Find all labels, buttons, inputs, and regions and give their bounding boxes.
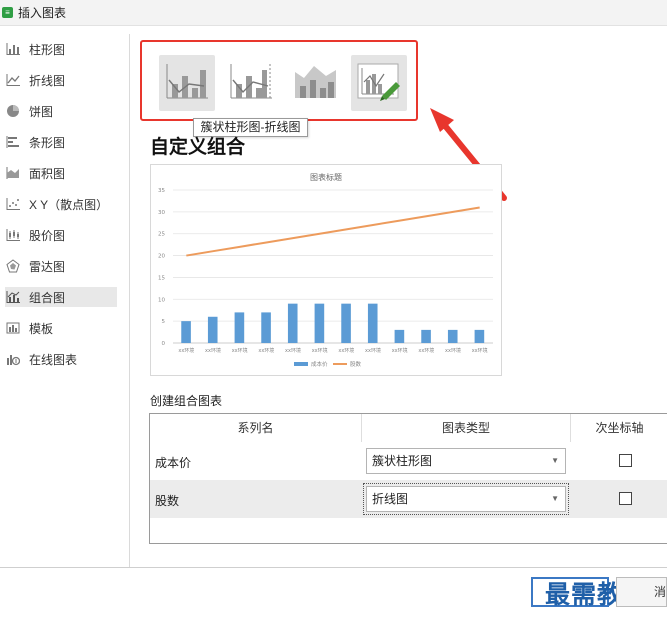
bar	[367, 303, 378, 343]
combo-series-table: 系列名 图表类型 次坐标轴 成本价 簇状柱形图 ▼ 股数 折线图 ▼	[149, 413, 667, 544]
x-tick-label: xx环境	[472, 347, 488, 354]
bar	[474, 329, 485, 343]
thumb-clustered-column-line[interactable]	[159, 55, 215, 111]
online-chart-icon	[5, 352, 21, 366]
y-tick-label: 15	[158, 275, 165, 281]
x-tick-label: xx环境	[418, 347, 434, 354]
legend-label: 股数	[350, 360, 362, 368]
custom-combo-icon	[356, 62, 402, 105]
bar	[261, 312, 271, 343]
x-tick-label: xx环境	[312, 347, 328, 354]
thumb-stacked-area-column[interactable]	[287, 55, 343, 111]
footer-divider	[0, 567, 667, 568]
clustered-column-line-icon	[164, 62, 210, 105]
legend-swatch	[294, 362, 308, 366]
secondary-axis-checkbox[interactable]	[619, 454, 632, 467]
x-tick-label: xx环境	[445, 347, 461, 354]
series-name: 股数	[155, 494, 180, 508]
section-title: 自定义组合	[150, 137, 246, 158]
sidebar-item-area[interactable]: 面积图	[5, 163, 117, 183]
y-tick-label: 30	[158, 210, 165, 216]
y-tick-label: 25	[158, 232, 165, 238]
stacked-area-column-icon	[292, 62, 338, 105]
x-tick-label: xx环境	[392, 347, 408, 354]
bar	[207, 316, 218, 343]
y-tick-label: 20	[158, 254, 165, 260]
sidebar-item-pie[interactable]: 饼图	[5, 101, 117, 121]
x-tick-label: xx环境	[258, 347, 274, 354]
line-chart-icon	[5, 73, 21, 87]
chart-type-select[interactable]: 折线图 ▼	[363, 483, 569, 515]
bar	[314, 303, 325, 343]
thumb-custom-combo[interactable]	[351, 55, 407, 111]
y-tick-label: 10	[158, 297, 165, 303]
chevron-down-icon: ▼	[551, 456, 559, 465]
create-combo-label: 创建组合图表	[150, 394, 223, 408]
header-secondary-axis: 次坐标轴	[595, 421, 644, 435]
sidebar-item-online[interactable]: 在线图表	[5, 349, 117, 369]
legend-label: 成本价	[311, 360, 328, 368]
title-bar: ≡ 插入图表	[0, 0, 667, 26]
window-title: 插入图表	[18, 6, 67, 20]
cancel-button[interactable]: 消	[616, 577, 667, 607]
secondary-axis-checkbox[interactable]	[619, 492, 632, 505]
table-row: 成本价 簇状柱形图 ▼	[150, 442, 667, 480]
header-series-name: 系列名	[237, 421, 274, 435]
bar	[421, 329, 431, 343]
bar	[181, 321, 191, 343]
bar	[394, 329, 405, 343]
combo-type-thumbnails	[140, 40, 418, 121]
sidebar-item-template[interactable]: 模板	[5, 318, 117, 338]
sidebar-item-combo[interactable]: 组合图	[5, 287, 117, 307]
x-tick-label: xx环境	[365, 347, 381, 354]
app-logo-icon: ≡	[2, 7, 13, 18]
bar	[341, 303, 351, 343]
column-chart-icon	[5, 42, 21, 56]
sidebar-item-bar[interactable]: 条形图	[5, 132, 117, 152]
y-tick-label: 5	[162, 319, 166, 325]
sidebar-item-scatter[interactable]: X Y（散点图）	[5, 194, 117, 214]
bar	[447, 329, 458, 343]
thumb-column-line-secondary-axis[interactable]	[223, 55, 279, 111]
pie-chart-icon	[5, 104, 21, 118]
sidebar-item-line[interactable]: 折线图	[5, 70, 117, 90]
x-tick-label: xx环境	[205, 347, 221, 354]
chart-preview: 图表标题 0 5 10 15 20 25 30 35 xx环境 xx环境 xx环境 xx环境 xx环境 xx…	[150, 164, 502, 376]
area-chart-icon	[5, 166, 21, 180]
x-tick-label: xx环境	[285, 347, 301, 354]
stock-chart-icon	[5, 228, 21, 242]
line-series	[186, 206, 480, 257]
y-tick-label: 0	[162, 341, 166, 347]
bar	[234, 312, 245, 343]
header-chart-type: 图表类型	[441, 421, 490, 435]
combo-chart: 图表标题 0 5 10 15 20 25 30 35 xx环境 xx环境 xx环境 xx环境 xx环境 xx…	[158, 172, 493, 368]
sidebar-item-radar[interactable]: 雷达图	[5, 256, 117, 276]
series-name: 成本价	[155, 456, 192, 470]
x-tick-label: xx环境	[338, 347, 354, 354]
combo-chart-icon	[5, 290, 21, 304]
chevron-down-icon: ▼	[551, 494, 559, 503]
sidebar-item-column[interactable]: 柱形图	[5, 39, 117, 59]
y-tick-label: 35	[158, 188, 165, 194]
x-tick-label: xx环境	[232, 347, 248, 354]
bar	[287, 303, 298, 343]
chart-type-sidebar: 柱形图 折线图 饼图 条形图 面积图 X Y（散点图） 股价图 雷达图 组合图 …	[0, 34, 130, 567]
sidebar-item-stock[interactable]: 股价图	[5, 225, 117, 245]
column-line-secondary-axis-icon	[228, 62, 274, 105]
scatter-chart-icon	[5, 197, 21, 211]
radar-chart-icon	[5, 259, 21, 273]
chart-type-select[interactable]: 簇状柱形图 ▼	[366, 448, 566, 474]
template-icon	[5, 321, 21, 335]
x-tick-label: xx环境	[178, 347, 194, 354]
table-row: 股数 折线图 ▼	[150, 480, 667, 518]
bar-chart-icon	[5, 135, 21, 149]
chart-title: 图表标题	[310, 172, 342, 182]
